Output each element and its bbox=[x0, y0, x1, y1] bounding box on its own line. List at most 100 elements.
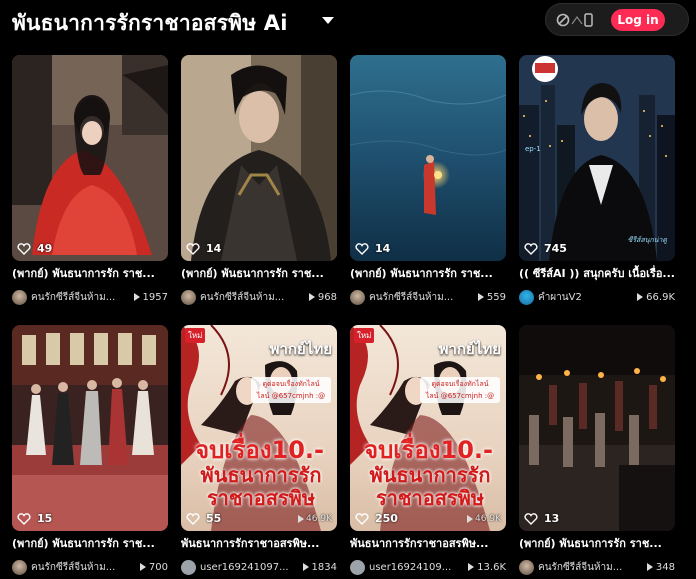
heart-icon bbox=[186, 242, 200, 255]
like-count-value: 15 bbox=[37, 512, 53, 525]
contact-box: ดูต่อจบเรื่องทักไลน์ ไลน์ @657cmjnh :@ bbox=[251, 377, 331, 403]
video-thumbnail[interactable]: 13 bbox=[519, 325, 675, 531]
new-badge: ใหม่ bbox=[354, 328, 375, 343]
play-icon bbox=[477, 293, 484, 301]
video-card[interactable]: 14 (พากย์) พันธนาการรัก ราช... คนรักซีรี… bbox=[181, 55, 337, 310]
view-count-value: 559 bbox=[486, 291, 506, 303]
poster-title-line: พันธนาการรัก bbox=[200, 463, 322, 487]
device-switch-icon[interactable] bbox=[555, 11, 595, 29]
video-caption[interactable]: (พากย์) พันธนาการรัก ราช... bbox=[519, 535, 675, 553]
thumbnail-view-count-value: 46.9K bbox=[306, 514, 332, 524]
thumbnail-view-count: 46.9K bbox=[298, 514, 332, 524]
contact-box: ดูต่อจบเรื่องทักไลน์ ไลน์ @657cmjnh :@ bbox=[420, 377, 500, 403]
video-card[interactable]: ใหม่ พากย์ไทย ดูต่อจบเรื่องทักไลน์ ไลน์ … bbox=[181, 325, 337, 579]
view-count-value: 348 bbox=[655, 561, 675, 573]
thumbnail-image bbox=[12, 325, 168, 531]
chevron-down-icon[interactable] bbox=[322, 17, 334, 24]
poster-title: พันธนาการรัก ราชาอสรพิษ bbox=[360, 464, 500, 510]
play-icon bbox=[646, 563, 653, 571]
author-name[interactable]: user16924109... bbox=[369, 562, 464, 573]
poster-title-line: ราชาอสรพิษ bbox=[206, 486, 316, 510]
like-count: 15 bbox=[17, 512, 52, 525]
author-name[interactable]: คนรักซีรีส์จีนห้าม... bbox=[200, 290, 305, 305]
poster-title: พันธนาการรัก ราชาอสรพิษ bbox=[191, 464, 331, 510]
author-name[interactable]: คนรักซีรีส์จีนห้าม... bbox=[369, 290, 474, 305]
video-thumbnail[interactable]: 14 bbox=[181, 55, 337, 261]
view-count-value: 1957 bbox=[142, 291, 168, 303]
view-count: 1834 bbox=[302, 561, 337, 573]
author-name[interactable]: user169241097... bbox=[200, 562, 299, 573]
like-count: 55 bbox=[186, 512, 221, 525]
video-caption[interactable]: (พากย์) พันธนาการรัก ราช... bbox=[350, 265, 506, 283]
thumbnail-image bbox=[519, 325, 675, 531]
view-count-value: 1834 bbox=[311, 561, 337, 573]
heart-icon bbox=[186, 512, 200, 525]
like-count-value: 14 bbox=[206, 242, 222, 255]
video-caption[interactable]: (พากย์) พันธนาการรัก ราช... bbox=[12, 265, 168, 283]
video-card[interactable]: 49 (พากย์) พันธนาการรัก ราช... คนรักซีรี… bbox=[12, 55, 168, 310]
video-meta: คนรักซีรีส์จีนห้าม... 559 bbox=[350, 288, 506, 306]
video-caption[interactable]: พันธนาการรักราชาอสรพิษ... bbox=[350, 535, 506, 553]
video-thumbnail[interactable]: ใหม่ พากย์ไทย ดูต่อจบเรื่องทักไลน์ ไลน์ … bbox=[181, 325, 337, 531]
new-badge: ใหม่ bbox=[185, 328, 206, 343]
view-count: 348 bbox=[646, 561, 675, 573]
video-meta: คนรักซีรีส์จีนห้าม... 700 bbox=[12, 558, 168, 576]
login-button[interactable]: Log in bbox=[611, 9, 665, 31]
avatar[interactable] bbox=[350, 559, 365, 575]
author-name[interactable]: คนรักซีรีส์จีนห้าม... bbox=[31, 290, 130, 305]
video-meta: คําผานV2 66.9K bbox=[519, 288, 675, 306]
like-count: 14 bbox=[186, 242, 221, 255]
video-meta: user16924109... 13.6K bbox=[350, 558, 506, 576]
video-card[interactable]: 15 (พากย์) พันธนาการรัก ราช... คนรักซีรี… bbox=[12, 325, 168, 579]
avatar[interactable] bbox=[519, 559, 534, 575]
heart-icon bbox=[355, 512, 369, 525]
page-header: พันธนาการรักราชาอสรพิษ Ai Log in bbox=[0, 0, 696, 44]
view-count-value: 968 bbox=[317, 291, 337, 303]
video-thumbnail[interactable]: 15 bbox=[12, 325, 168, 531]
video-thumbnail[interactable]: 14 bbox=[350, 55, 506, 261]
view-count-value: 13.6K bbox=[477, 561, 506, 573]
play-icon bbox=[302, 563, 309, 571]
video-card[interactable]: ep-1 ซีรีส์สนุกน่าดู 745 (( ซีรีส์AI )) … bbox=[519, 55, 675, 310]
heart-icon bbox=[17, 512, 31, 525]
like-count: 49 bbox=[17, 242, 52, 255]
top-actions: Log in bbox=[545, 3, 689, 36]
like-count-value: 250 bbox=[375, 512, 398, 525]
avatar[interactable] bbox=[12, 559, 27, 575]
like-count-value: 14 bbox=[375, 242, 391, 255]
contact-line: ไลน์ @657cmjnh :@ bbox=[256, 392, 326, 400]
play-icon bbox=[637, 293, 644, 301]
video-caption[interactable]: (( ซีรีส์AI )) สนุกครับ เนื้อเรื่อ... bbox=[519, 265, 675, 283]
avatar[interactable] bbox=[519, 289, 534, 305]
avatar[interactable] bbox=[350, 289, 365, 305]
video-thumbnail[interactable]: ep-1 ซีรีส์สนุกน่าดู 745 bbox=[519, 55, 675, 261]
video-card[interactable]: ใหม่ พากย์ไทย ดูต่อจบเรื่องทักไลน์ ไลน์ … bbox=[350, 325, 506, 579]
thumbnail-view-count: 46.9K bbox=[467, 514, 501, 524]
view-count: 1957 bbox=[133, 291, 168, 303]
video-card[interactable]: 14 (พากย์) พันธนาการรัก ราช... คนรักซีรี… bbox=[350, 55, 506, 310]
view-count-value: 700 bbox=[148, 561, 168, 573]
avatar[interactable] bbox=[181, 289, 196, 305]
author-name[interactable]: คําผานV2 bbox=[538, 290, 633, 305]
video-caption[interactable]: พันธนาการรักราชาอสรพิษ... bbox=[181, 535, 337, 553]
avatar[interactable] bbox=[181, 559, 196, 575]
video-thumbnail[interactable]: ใหม่ พากย์ไทย ดูต่อจบเรื่องทักไลน์ ไลน์ … bbox=[350, 325, 506, 531]
video-meta: user169241097... 1834 bbox=[181, 558, 337, 576]
video-meta: คนรักซีรีส์จีนห้าม... 1957 bbox=[12, 288, 168, 306]
like-count-value: 745 bbox=[544, 242, 567, 255]
video-card[interactable]: 13 (พากย์) พันธนาการรัก ราช... คนรักซีรี… bbox=[519, 325, 675, 579]
like-count: 14 bbox=[355, 242, 390, 255]
like-count: 745 bbox=[524, 242, 567, 255]
avatar[interactable] bbox=[12, 289, 27, 305]
heart-icon bbox=[524, 242, 538, 255]
view-count: 700 bbox=[139, 561, 168, 573]
video-thumbnail[interactable]: 49 bbox=[12, 55, 168, 261]
video-meta: คนรักซีรีส์จีนห้าม... 968 bbox=[181, 288, 337, 306]
contact-line: ดูต่อจบเรื่องทักไลน์ bbox=[262, 380, 320, 388]
author-name[interactable]: คนรักซีรีส์จีนห้าม... bbox=[538, 560, 643, 575]
video-caption[interactable]: (พากย์) พันธนาการรัก ราช... bbox=[12, 535, 168, 553]
author-name[interactable]: คนรักซีรีส์จีนห้าม... bbox=[31, 560, 136, 575]
video-caption[interactable]: (พากย์) พันธนาการรัก ราช... bbox=[181, 265, 337, 283]
play-icon bbox=[139, 563, 146, 571]
dub-label: พากย์ไทย bbox=[269, 340, 332, 358]
